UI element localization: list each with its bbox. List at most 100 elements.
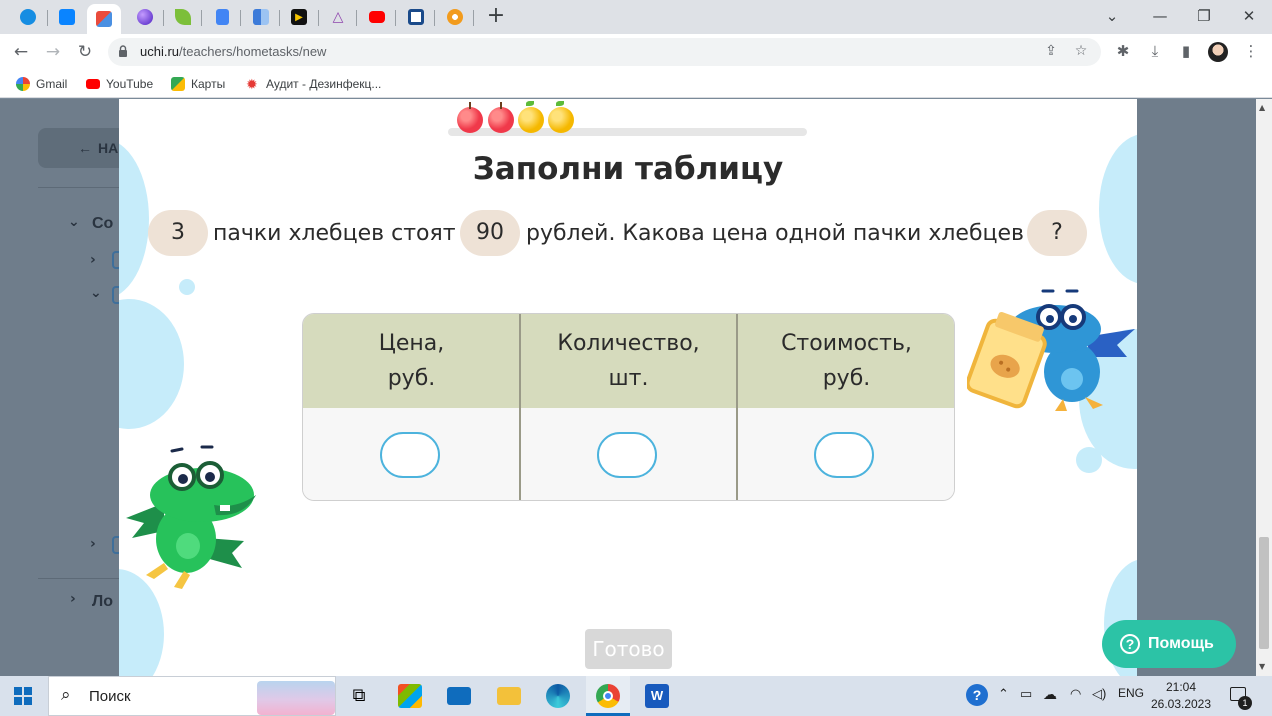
language-indicator[interactable]: ENG <box>1118 686 1144 700</box>
restore-icon[interactable]: ❐ <box>1190 4 1218 28</box>
windows-start-icon[interactable] <box>14 687 32 705</box>
scroll-thumb[interactable] <box>1259 537 1269 649</box>
chevron-down-icon[interactable]: ⌄ <box>68 214 80 230</box>
menu-dots-icon[interactable]: ⋮ <box>1240 42 1262 62</box>
taskbar-search[interactable]: ⌕ Поиск <box>48 676 336 716</box>
help-tray-icon[interactable]: ? <box>966 684 988 706</box>
ready-button[interactable]: Готово <box>585 629 672 669</box>
bookmark-youtube[interactable]: YouTube <box>86 75 153 93</box>
header-cost: Стоимость, руб. <box>737 314 954 408</box>
word-icon[interactable]: W <box>645 684 669 708</box>
download-icon[interactable]: ⤓ <box>1144 42 1166 62</box>
quantity-input[interactable] <box>597 432 657 478</box>
chevron-up-icon[interactable]: ⌃ <box>998 686 1009 702</box>
extensions-icon[interactable]: ✱ <box>1112 42 1134 62</box>
browser-toolbar: ← → ↻ uchi.ru/teachers/hometasks/new ⇪ ☆… <box>0 34 1272 70</box>
cloud-icon[interactable]: ☁ <box>1043 686 1057 703</box>
cost-input[interactable] <box>814 432 874 478</box>
question-icon: ? <box>1120 634 1140 654</box>
side-panel-icon[interactable]: ▮ <box>1175 42 1197 62</box>
minimize-icon[interactable]: — <box>1146 4 1174 28</box>
tab-youtube[interactable] <box>360 4 394 30</box>
tab-leaf[interactable] <box>166 4 200 30</box>
forward-arrow-icon[interactable]: → <box>40 40 66 64</box>
tile-icon <box>253 9 269 25</box>
close-icon[interactable]: ✕ <box>1235 4 1263 28</box>
google-icon <box>16 77 30 91</box>
chat-icon <box>59 9 75 25</box>
back-button[interactable]: ← НА <box>38 128 128 168</box>
chevron-down-icon[interactable]: ⌄ <box>90 285 102 301</box>
section-title: Со <box>92 215 114 232</box>
clock[interactable]: 21:04 26.03.2023 <box>1150 679 1212 713</box>
tab-docs[interactable] <box>205 4 239 30</box>
docs-icon <box>215 9 229 25</box>
apple-icon <box>548 107 574 133</box>
price-input[interactable] <box>380 432 440 478</box>
header-quantity: Количество, шт. <box>520 314 737 408</box>
answer-table: Цена, руб. Количество, шт. Стоимость, ру… <box>302 313 955 501</box>
meet-icon[interactable]: ▭ <box>1020 686 1032 702</box>
share-icon[interactable]: ⇪ <box>1041 43 1061 61</box>
wifi-icon[interactable]: ◠ <box>1070 686 1081 702</box>
tab-screen[interactable] <box>399 4 433 30</box>
task-view-icon[interactable]: ⧉ <box>347 684 371 708</box>
orange-wheel-icon <box>447 9 463 25</box>
bookmark-audit[interactable]: ✹ Аудит - Дезинфекц... <box>246 75 381 93</box>
reload-icon[interactable]: ↻ <box>72 40 98 64</box>
bookmark-star-icon[interactable]: ☆ <box>1071 43 1091 61</box>
problem-text-2: рублей. Какова цена одной пачки хлебцев <box>526 220 1024 246</box>
header-price: Цена, руб. <box>303 314 520 408</box>
mail-icon[interactable] <box>447 687 471 705</box>
cell-price <box>303 408 520 500</box>
bookmark-gmail[interactable]: Gmail <box>16 75 67 93</box>
avatar[interactable] <box>1208 42 1228 62</box>
tab-triangle[interactable]: △ <box>321 4 355 30</box>
scroll-down-icon[interactable]: ▼ <box>1259 662 1265 671</box>
blue-dragon-mascot <box>967 289 1135 411</box>
apple-icon <box>457 107 483 133</box>
chevron-right-icon[interactable]: › <box>70 591 76 607</box>
arrow-left-icon: ← <box>78 140 92 156</box>
tab-uchi[interactable] <box>87 4 121 34</box>
bookmark-maps[interactable]: Карты <box>171 75 225 93</box>
search-highlight-icon <box>257 681 335 715</box>
explorer-icon[interactable] <box>497 687 521 705</box>
cell-quantity <box>520 408 737 500</box>
scroll-up-icon[interactable]: ▲ <box>1259 103 1265 112</box>
leaf-icon <box>175 9 191 25</box>
edge-icon[interactable] <box>546 684 570 708</box>
task-title: Заполни таблицу <box>472 151 784 187</box>
section-title: Ло <box>92 593 113 610</box>
tab-strip: ▶ △ + ⌄ — ❐ ✕ <box>0 0 1272 34</box>
tab-search-icon[interactable]: ⌄ <box>1098 4 1126 28</box>
chrome-icon[interactable] <box>596 684 620 708</box>
value-chip-unknown: ? <box>1027 210 1087 256</box>
tab-orange[interactable] <box>438 4 472 30</box>
help-button[interactable]: ? Помощь <box>1102 620 1236 668</box>
new-tab-button[interactable]: + <box>484 5 508 29</box>
triangle-icon: △ <box>332 9 344 25</box>
tab-chat[interactable] <box>50 4 84 30</box>
volume-icon[interactable]: ◁) <box>1092 686 1106 702</box>
tab-tile[interactable] <box>244 4 278 30</box>
uchi-icon <box>96 11 112 27</box>
chevron-right-icon[interactable]: › <box>90 252 96 268</box>
address-bar[interactable]: uchi.ru/teachers/hometasks/new ⇪ ☆ <box>108 38 1101 66</box>
screen-icon <box>408 9 424 25</box>
apple-icon <box>518 107 544 133</box>
tab-play[interactable]: ▶ <box>282 4 316 30</box>
store-icon[interactable] <box>398 684 422 708</box>
youtube-icon <box>86 79 100 89</box>
value-chip-quantity: 3 <box>148 210 208 256</box>
bookmarks-bar: Gmail YouTube Карты ✹ Аудит - Дезинфекц.… <box>0 70 1272 98</box>
tab-mail[interactable] <box>11 4 45 30</box>
back-arrow-icon[interactable]: ← <box>8 40 34 64</box>
star-burst-icon: ✹ <box>246 76 258 92</box>
cell-cost <box>737 408 954 500</box>
play-icon: ▶ <box>291 9 307 25</box>
notification-badge: 1 <box>1238 696 1252 710</box>
tab-sphere[interactable] <box>128 4 162 30</box>
page-scrollbar[interactable]: ▲ ▼ <box>1256 99 1272 676</box>
chevron-right-icon[interactable]: › <box>90 536 96 552</box>
